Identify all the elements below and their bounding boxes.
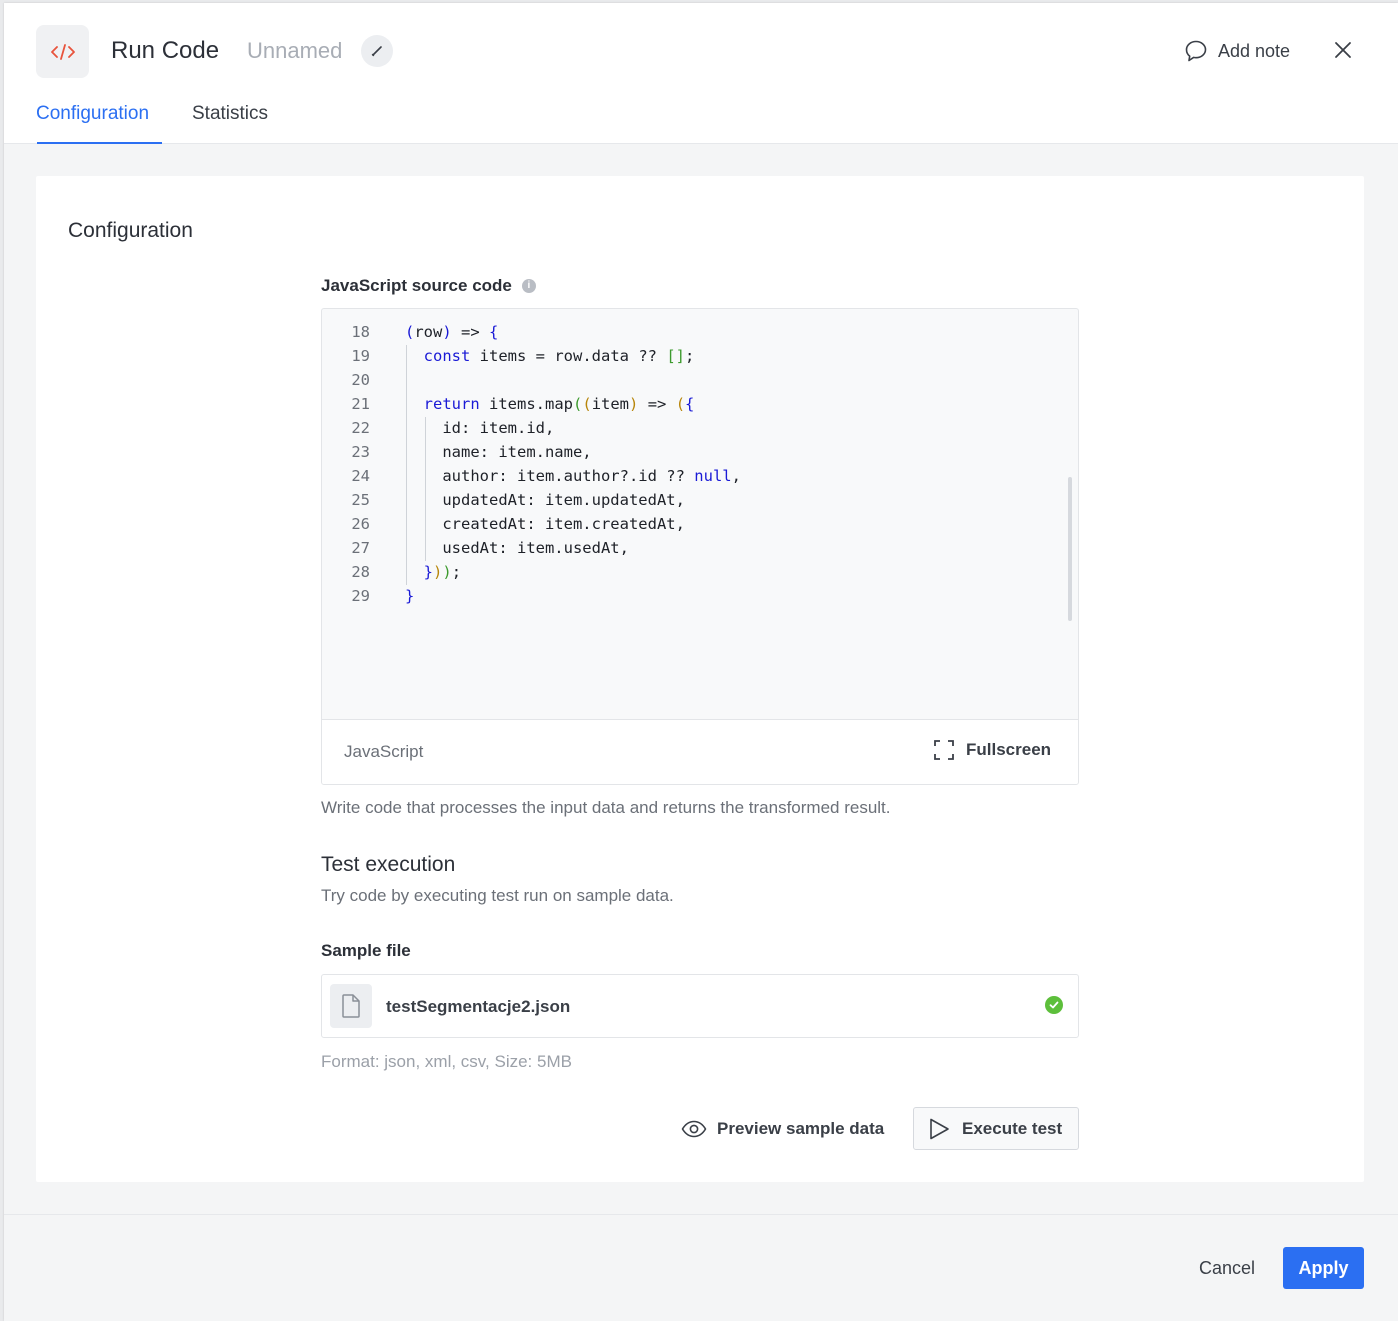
code-line-text: updatedAt: item.updatedAt, (405, 491, 685, 509)
code-line-text: createdAt: item.createdAt, (405, 515, 685, 533)
editor-footer: JavaScript Fullscreen (322, 719, 1078, 784)
code-line-text: (row) => { (405, 323, 499, 341)
line-number: 25 (351, 491, 370, 509)
code-editor[interactable]: 18 (row) => { 19 const items = row.data ?… (321, 308, 1079, 785)
modal-header: Run Code Unnamed Add note Configuration … (4, 3, 1398, 144)
node-name: Unnamed (247, 38, 343, 63)
code-line-text: return items.map((item) => ({ (423, 395, 695, 413)
code-area[interactable]: 18 (row) => { 19 const items = row.data ?… (322, 309, 1078, 719)
expand-icon (934, 740, 954, 760)
editor-scrollbar[interactable] (1068, 477, 1072, 621)
source-code-label: JavaScript source code i (321, 276, 536, 296)
document-icon (330, 984, 372, 1028)
line-number: 23 (351, 443, 370, 461)
cancel-button[interactable]: Cancel (1184, 1247, 1270, 1289)
close-button[interactable] (1330, 37, 1356, 63)
play-icon (930, 1118, 949, 1139)
code-line-text: usedAt: item.usedAt, (405, 539, 629, 557)
source-code-help: Write code that processes the input data… (321, 798, 891, 817)
execute-label: Execute test (962, 1118, 1063, 1138)
info-icon[interactable]: i (521, 278, 536, 293)
add-note-label: Add note (1218, 40, 1291, 61)
line-number: 28 (351, 563, 370, 581)
check-circle-icon (1045, 996, 1063, 1014)
tab-statistics[interactable]: Statistics (192, 103, 268, 125)
card-title: Configuration (68, 219, 193, 242)
line-number: 26 (351, 515, 370, 533)
code-icon (36, 25, 89, 78)
file-format-hint: Format: json, xml, csv, Size: 5MB (321, 1052, 572, 1071)
execute-test-button[interactable]: Execute test (913, 1107, 1079, 1150)
code-line-text: })); (423, 563, 462, 581)
source-code-label-text: JavaScript source code (321, 276, 512, 295)
test-execution-desc: Try code by executing test run on sample… (321, 886, 674, 905)
page-title: Run Code (111, 37, 220, 64)
rename-button[interactable] (361, 35, 393, 67)
fullscreen-button[interactable]: Fullscreen (934, 740, 1051, 760)
code-line-text: author: item.author?.id ?? null, (405, 467, 741, 485)
tab-configuration[interactable]: Configuration (36, 103, 149, 125)
speech-bubble-icon (1185, 40, 1207, 62)
footer-divider (4, 1214, 1398, 1215)
run-code-modal: Run Code Unnamed Add note Configuration … (4, 3, 1398, 1321)
line-number: 22 (351, 419, 370, 437)
code-line-text: name: item.name, (405, 443, 592, 461)
preview-label: Preview sample data (717, 1119, 885, 1138)
active-tab-indicator (37, 142, 162, 144)
line-number: 27 (351, 539, 370, 557)
line-number: 24 (351, 467, 370, 485)
line-number: 21 (351, 395, 370, 413)
line-number: 29 (351, 587, 370, 605)
add-note-button[interactable]: Add note (1184, 39, 1290, 63)
test-execution-title: Test execution (321, 853, 456, 876)
fullscreen-label: Fullscreen (966, 740, 1052, 759)
pencil-icon (371, 46, 382, 57)
line-number: 19 (351, 347, 370, 365)
configuration-card: Configuration JavaScript source code i 18… (36, 176, 1364, 1182)
apply-button[interactable]: Apply (1283, 1247, 1364, 1289)
preview-sample-data-button[interactable]: Preview sample data (681, 1117, 884, 1141)
sample-file-label: Sample file (321, 941, 411, 960)
file-name: testSegmentacje2.json (386, 997, 571, 1016)
close-icon (1335, 42, 1351, 58)
code-line-text: id: item.id, (405, 419, 555, 437)
line-number: 18 (351, 323, 370, 341)
line-number: 20 (351, 371, 370, 389)
eye-icon (681, 1120, 707, 1138)
language-label: JavaScript (344, 742, 424, 761)
code-line-text: } (405, 587, 415, 605)
sample-file-field[interactable]: testSegmentacje2.json (321, 974, 1079, 1038)
code-line-text: const items = row.data ?? []; (423, 347, 695, 365)
